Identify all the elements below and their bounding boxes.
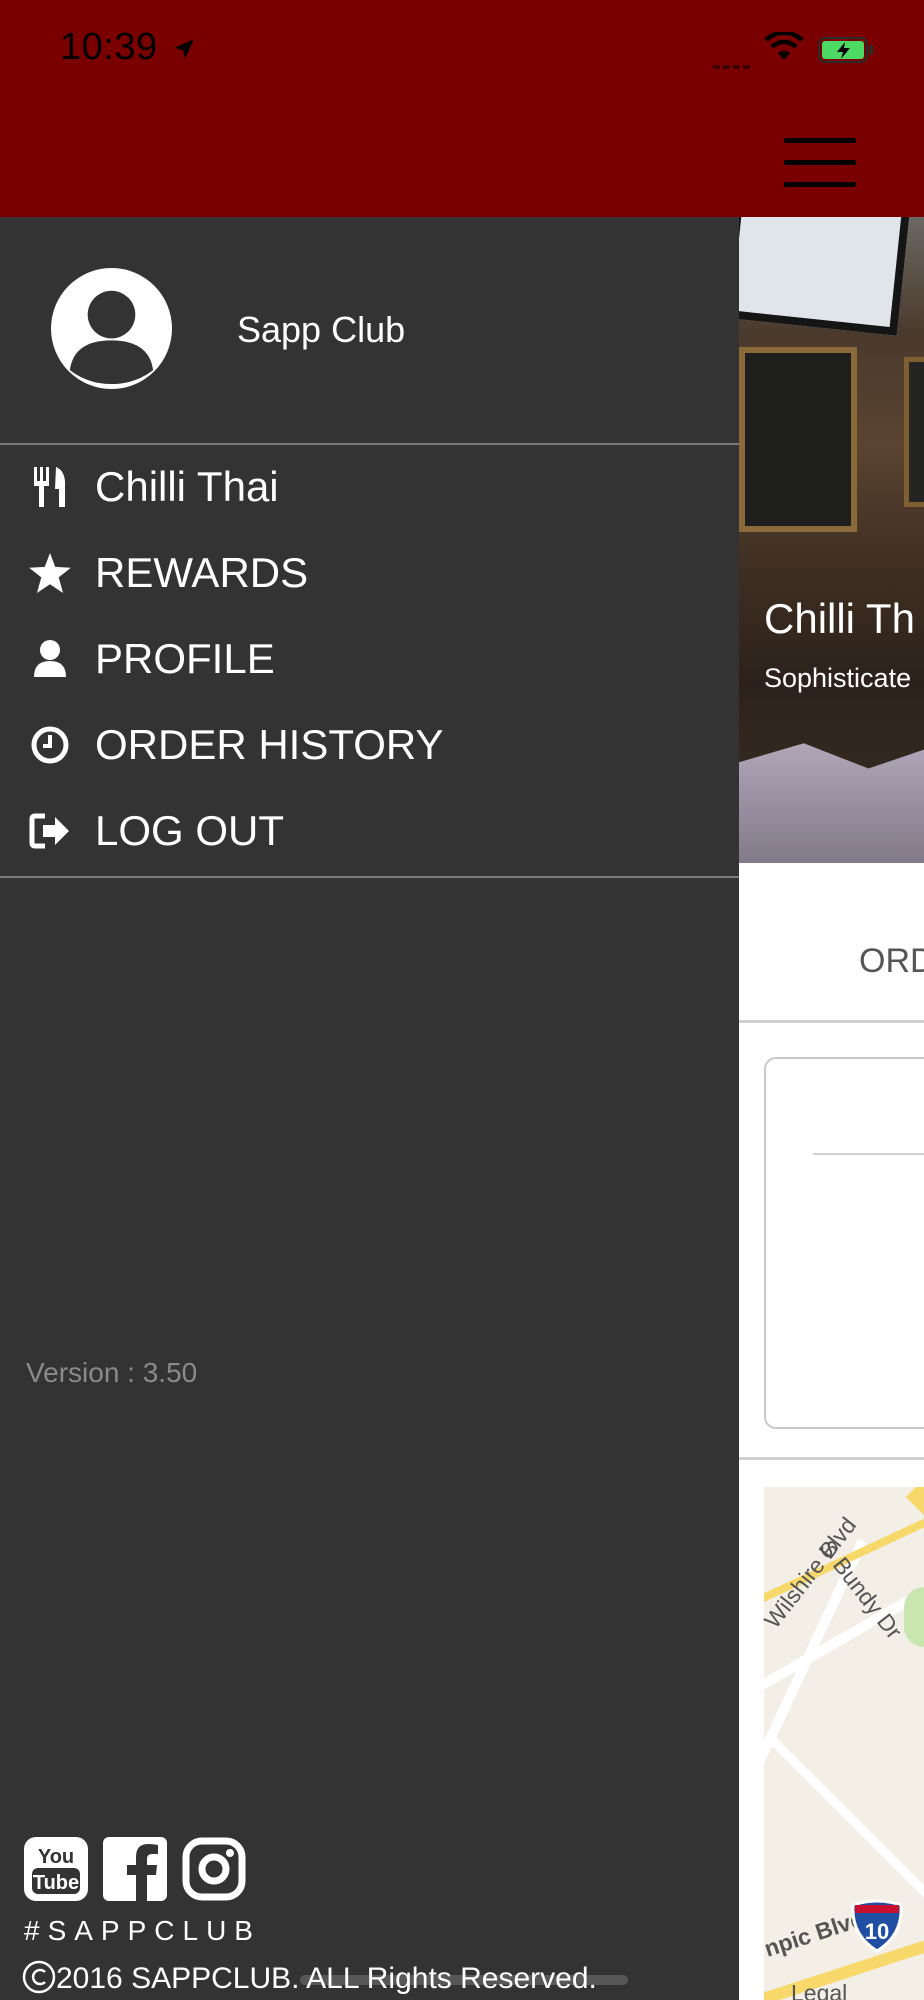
menu-item-log-out[interactable]: LOG OUT: [0, 789, 739, 875]
menu-item-rewards[interactable]: REWARDS: [0, 531, 739, 617]
facebook-icon[interactable]: [103, 1837, 167, 1901]
cellular-signal-icon: [713, 56, 753, 69]
menu-label-log-out: LOG OUT: [95, 807, 285, 854]
youtube-icon[interactable]: You Tube: [24, 1837, 88, 1901]
drawer-menu: Chilli Thai REWARDS PROFILE ORDER HISTOR…: [0, 445, 739, 878]
menu-item-chilli-thai[interactable]: Chilli Thai: [0, 445, 739, 531]
wifi-icon: [764, 32, 804, 60]
star-icon: [28, 551, 72, 595]
card-divider: [813, 1153, 924, 1155]
restaurant-hero-image: Chilli Th Sophisticate: [739, 217, 924, 863]
hashtag: #SAPPCLUB: [24, 1915, 261, 1946]
instagram-icon[interactable]: [182, 1837, 246, 1901]
menu-item-profile[interactable]: PROFILE: [0, 617, 739, 703]
utensils-icon: [28, 465, 72, 509]
app-version: Version : 3.50: [26, 1357, 198, 1388]
user-avatar-icon: [50, 267, 173, 390]
profile-header[interactable]: Sapp Club: [0, 217, 739, 445]
copyright-icon: [22, 1960, 56, 1994]
restaurant-content: Chilli Th Sophisticate ORD Wilshire Blvd…: [739, 217, 924, 2000]
section-divider: [739, 1457, 924, 1460]
sign-out-icon: [28, 809, 72, 853]
restaurant-title: Chilli Th: [764, 595, 915, 642]
user-icon: [28, 637, 72, 681]
home-indicator: [300, 1975, 628, 1985]
location-arrow-icon: [173, 39, 194, 59]
tab-order[interactable]: ORD: [859, 942, 924, 981]
interstate-shield-icon: 10: [851, 1899, 903, 1953]
svg-text:You: You: [38, 1846, 74, 1868]
status-time: 10:39: [60, 26, 197, 69]
user-name: Sapp Club: [237, 309, 406, 350]
order-card: [764, 1057, 924, 1429]
hamburger-menu-icon[interactable]: [784, 138, 856, 187]
battery-charging-icon: [818, 37, 873, 63]
side-drawer: Sapp Club Chilli Thai REWARDS PROFILE OR…: [0, 217, 739, 2000]
menu-label-rewards: REWARDS: [95, 549, 309, 596]
highway-number: 10: [865, 1919, 889, 1944]
svg-text:Tube: Tube: [33, 1872, 79, 1894]
clock-icon: [28, 723, 72, 767]
menu-label-profile: PROFILE: [95, 635, 275, 682]
menu-label-chilli-thai: Chilli Thai: [95, 463, 279, 510]
menu-item-order-history[interactable]: ORDER HISTORY: [0, 703, 739, 789]
restaurant-subtitle: Sophisticate: [764, 663, 912, 693]
app-header: 10:39: [0, 0, 924, 217]
map-label-legal: Legal: [791, 1980, 848, 2000]
status-time-text: 10:39: [60, 26, 158, 68]
menu-label-order-history: ORDER HISTORY: [95, 721, 444, 768]
